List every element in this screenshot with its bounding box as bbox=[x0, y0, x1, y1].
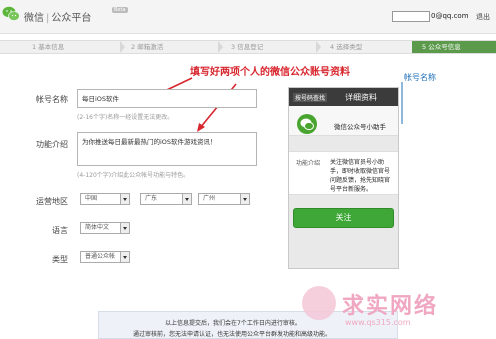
country-select[interactable]: 中国 bbox=[80, 193, 130, 205]
wechat-avatar-icon bbox=[297, 114, 317, 134]
notice-line-1: 以上信息提交后，我们会在7个工作日内进行审核。 bbox=[165, 320, 301, 327]
registration-steps: 1 基本信息 2 邮箱激活 3 信息登记 4 选择类型 5 公众号信息 bbox=[0, 40, 496, 54]
step-divider bbox=[316, 41, 321, 53]
chevron-down-icon bbox=[120, 194, 129, 204]
wechat-logo-icon bbox=[2, 6, 20, 21]
step-1: 1 基本信息 bbox=[32, 43, 65, 51]
intro-label: 功能介绍 bbox=[36, 140, 68, 149]
annotation-account-name: 帐号名称 bbox=[404, 73, 436, 82]
account-name-label: 帐号名称 bbox=[36, 95, 68, 104]
logout-link[interactable]: 退出 bbox=[476, 12, 490, 22]
account-name-input[interactable]: 每日iOS软件 bbox=[77, 89, 257, 108]
type-select[interactable]: 普通公众帐 bbox=[80, 251, 130, 263]
watermark-text: 求实网络 bbox=[342, 294, 439, 319]
city-value: 广州 bbox=[203, 195, 216, 202]
search-by-number-tag: 按号码查找 bbox=[293, 93, 328, 102]
annotation-main: 填写好两项个人的微信公众账号资料 bbox=[190, 67, 350, 78]
platform-name: 公众平台 bbox=[51, 13, 92, 24]
chevron-down-icon bbox=[182, 194, 191, 204]
step-3: 3 信息登记 bbox=[231, 43, 264, 51]
account-email: 0@qq.com bbox=[431, 12, 469, 20]
type-value: 普通公众帐 bbox=[85, 253, 116, 260]
top-header: 微信 | 公众平台 Beta 0@qq.com 退出 bbox=[0, 0, 496, 34]
intro-textarea[interactable]: 为你推送每日最新最热门的iOS软件游戏资讯！ bbox=[77, 132, 257, 166]
language-select[interactable]: 简体中文 bbox=[80, 222, 130, 234]
account-name-hint: (2-16个字)名称一经设置无法更改。 bbox=[77, 114, 174, 121]
notice-line-2: 通过审核前，您无法申请认证，也无法使用公众平台群发功能和高级功能。 bbox=[133, 331, 332, 338]
step-divider bbox=[120, 41, 125, 53]
region-label: 运营地区 bbox=[36, 197, 68, 206]
account-name-box bbox=[392, 11, 430, 22]
beta-badge: Beta bbox=[112, 7, 128, 13]
type-label: 类型 bbox=[52, 255, 68, 264]
follow-button[interactable]: 关注 bbox=[293, 208, 394, 228]
language-value: 简体中文 bbox=[85, 224, 110, 231]
province-select[interactable]: 广东 bbox=[140, 193, 192, 205]
preview-account-name: 微信公众号小助手 bbox=[334, 123, 386, 131]
intro-hint: (4-120个字)介绍此公众帐号功能与特色。 bbox=[77, 172, 190, 179]
step-2: 2 邮箱激活 bbox=[131, 43, 164, 51]
step-4: 4 选择类型 bbox=[330, 43, 363, 51]
chevron-down-icon bbox=[240, 194, 249, 204]
preview-title: 详细资料 bbox=[345, 93, 377, 102]
chevron-down-icon bbox=[120, 223, 129, 233]
preview-topbar: 按号码查找 详细资料 bbox=[289, 88, 398, 106]
language-label: 语言 bbox=[52, 226, 68, 235]
brand-title: 微信 | 公众平台 bbox=[24, 9, 91, 24]
city-select[interactable]: 广州 bbox=[198, 193, 250, 205]
brand-separator: | bbox=[46, 13, 50, 24]
province-value: 广东 bbox=[145, 195, 158, 202]
arrow-head-intro bbox=[197, 123, 205, 132]
step-5-active: 5 公众号信息 bbox=[412, 41, 496, 53]
step-divider bbox=[218, 41, 223, 53]
preview-intro-text: 关注微信官员号小助手，即时收取微信官号问题反馈，抢先知晓官号平台新服务。 bbox=[330, 159, 391, 193]
chevron-down-icon bbox=[120, 252, 129, 262]
watermark-logo bbox=[302, 286, 336, 320]
preview-intro-label: 功能介绍 bbox=[296, 160, 321, 167]
brand-name: 微信 bbox=[24, 13, 44, 24]
country-value: 中国 bbox=[85, 195, 98, 202]
watermark-url: www.qs315.com bbox=[345, 318, 411, 327]
